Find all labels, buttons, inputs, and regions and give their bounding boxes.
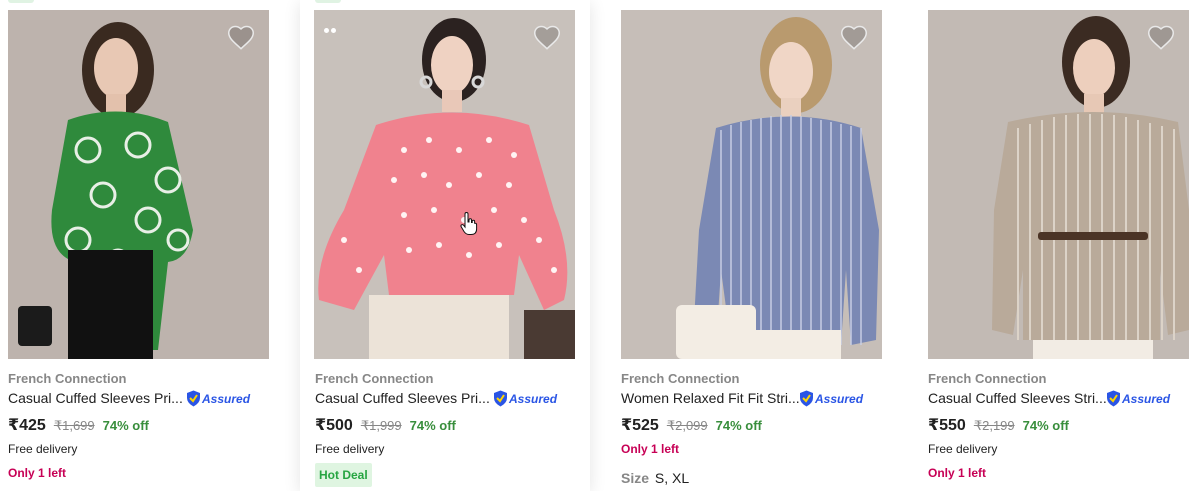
product-image[interactable] [621,10,882,359]
assured-badge: Assured [799,390,863,407]
product-card[interactable]: French Connection Casual Cuffed Sleeves … [920,0,1197,491]
delivery-info: Free delivery [928,442,998,456]
product-title[interactable]: Casual Cuffed Sleeves Pri... [315,390,490,406]
assured-shield-icon [800,390,813,407]
price-row: ₹500 ₹1,999 74% off [315,415,456,435]
size-info: Size S, XL [621,470,689,486]
product-image[interactable] [928,10,1189,359]
product-card[interactable]: French Connection Casual Cuffed Sleeves … [0,0,280,491]
wishlist-heart-icon[interactable] [840,24,868,50]
assured-badge: Assured [493,390,557,407]
original-price: ₹2,199 [973,418,1015,433]
discount: 74% off [409,418,456,433]
product-title[interactable]: Casual Cuffed Sleeves Pri... [8,390,183,406]
assured-shield-icon [494,390,507,407]
top-badge [315,0,341,3]
stock-info: Only 1 left [928,466,987,480]
selling-price: ₹425 [8,417,46,434]
assured-label: Assured [1122,391,1171,406]
selling-price: ₹500 [315,417,353,434]
original-price: ₹1,699 [53,418,95,433]
product-title[interactable]: Women Relaxed Fit Fit Stri... [621,390,800,406]
top-badge [8,0,34,3]
product-title[interactable]: Casual Cuffed Sleeves Stri... [928,390,1107,406]
assured-label: Assured [509,391,558,406]
assured-label: Assured [202,391,251,406]
assured-label: Assured [815,391,864,406]
discount: 74% off [715,418,762,433]
original-price: ₹1,999 [360,418,402,433]
size-values: S, XL [654,470,690,486]
stock-info: Only 1 left [621,442,680,456]
assured-shield-icon [1107,390,1120,407]
original-price: ₹2,099 [666,418,708,433]
hot-deal-badge: Hot Deal [315,463,372,487]
price-row: ₹425 ₹1,699 74% off [8,415,149,435]
delivery-info: Free delivery [8,442,78,456]
image-carousel-dots [324,20,338,38]
stock-info: Only 1 left [8,466,67,480]
discount: 74% off [102,418,149,433]
brand-name: French Connection [928,371,1047,386]
wishlist-heart-icon[interactable] [533,24,561,50]
discount: 74% off [1022,418,1069,433]
assured-badge: Assured [186,390,250,407]
product-image[interactable] [314,10,575,359]
delivery-info: Free delivery [315,442,385,456]
price-row: ₹550 ₹2,199 74% off [928,415,1069,435]
brand-name: French Connection [621,371,740,386]
wishlist-heart-icon[interactable] [1147,24,1175,50]
assured-badge: Assured [1106,390,1170,407]
assured-shield-icon [187,390,200,407]
wishlist-heart-icon[interactable] [227,24,255,50]
product-card[interactable]: French Connection Casual Cuffed Sleeves … [300,0,590,491]
selling-price: ₹525 [621,417,659,434]
size-label: Size [621,470,650,486]
product-image[interactable] [8,10,269,359]
product-card[interactable]: French Connection Women Relaxed Fit Fit … [613,0,893,491]
price-row: ₹525 ₹2,099 74% off [621,415,762,435]
brand-name: French Connection [315,371,434,386]
hand-pointer-cursor-icon [460,212,478,235]
brand-name: French Connection [8,371,127,386]
selling-price: ₹550 [928,417,966,434]
